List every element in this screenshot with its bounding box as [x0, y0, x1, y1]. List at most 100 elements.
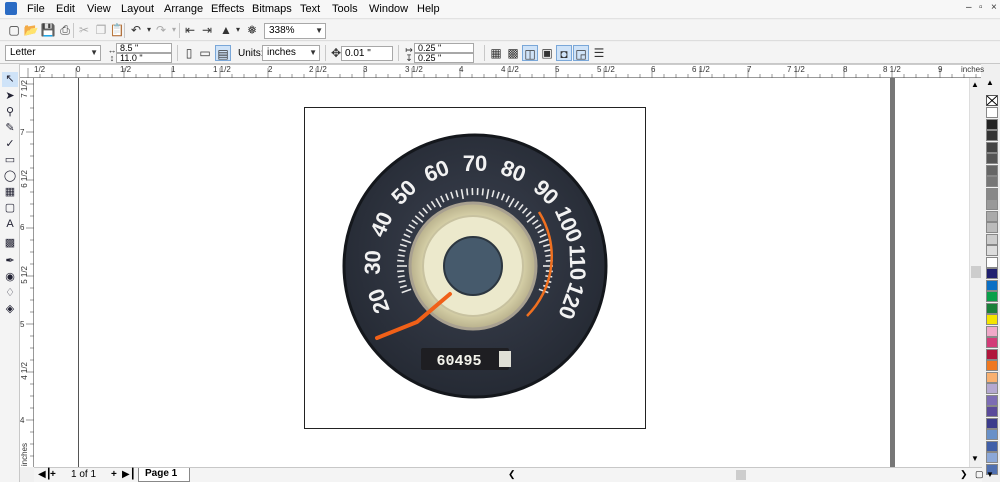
- new-document-icon[interactable]: ▢: [6, 22, 22, 38]
- speedometer-image[interactable]: 2030405060 70 8090100110120 60495: [305, 108, 645, 428]
- drawing-canvas[interactable]: 20 30 40 50 60 70 80 90 100 110 120 60495: [34, 78, 969, 467]
- smart-fill-tool-icon[interactable]: ✓: [2, 137, 18, 152]
- menu-tools[interactable]: Tools: [332, 3, 358, 15]
- copy-icon[interactable]: ❐: [93, 22, 109, 38]
- menu-effects[interactable]: Effects: [211, 3, 244, 15]
- color-swatch[interactable]: [986, 360, 998, 371]
- scroll-up-icon[interactable]: ▲: [971, 80, 979, 89]
- color-swatch[interactable]: [986, 141, 998, 153]
- snap-to-pixels-icon[interactable]: ▦: [488, 45, 504, 61]
- zoom-tool-icon[interactable]: ⚲: [2, 105, 18, 120]
- color-swatch[interactable]: [986, 256, 998, 268]
- color-swatch[interactable]: [986, 406, 998, 417]
- snap-to-grid-icon[interactable]: ▩: [505, 45, 521, 61]
- paper-preset-dropdown[interactable]: Letter ▼: [5, 45, 101, 61]
- color-swatch[interactable]: [986, 199, 998, 210]
- landscape-icon[interactable]: ▭: [197, 45, 213, 61]
- menu-text[interactable]: Text: [300, 3, 320, 15]
- snap-to-guidelines-icon[interactable]: ◫: [522, 45, 538, 61]
- color-swatch[interactable]: [986, 429, 998, 440]
- menu-layout[interactable]: Layout: [121, 3, 154, 15]
- outline-tool-icon[interactable]: ◉: [2, 270, 18, 285]
- freehand-tool-icon[interactable]: ✎: [2, 121, 18, 136]
- color-swatch[interactable]: [986, 107, 998, 118]
- duplicate-y-field[interactable]: 0.25 ": [414, 53, 474, 63]
- application-launcher-icon[interactable]: ❅: [244, 22, 260, 38]
- add-page-after-icon[interactable]: +: [111, 469, 117, 480]
- color-swatch[interactable]: [986, 452, 998, 463]
- color-swatch[interactable]: [986, 325, 998, 337]
- menu-view[interactable]: View: [87, 3, 111, 15]
- color-swatch[interactable]: [986, 153, 998, 164]
- color-swatch[interactable]: [986, 233, 998, 245]
- print-icon[interactable]: ⎙: [57, 22, 73, 38]
- paste-icon[interactable]: 📋: [109, 22, 125, 38]
- ellipse-tool-icon[interactable]: ◯: [2, 169, 18, 184]
- color-swatch[interactable]: [986, 268, 998, 279]
- color-swatch[interactable]: [986, 164, 998, 176]
- edit-across-layers-icon[interactable]: ◲: [573, 45, 589, 61]
- open-icon[interactable]: 📂: [23, 22, 39, 38]
- color-swatch[interactable]: [986, 222, 998, 233]
- color-swatch[interactable]: [986, 279, 998, 291]
- snap-to-objects-icon[interactable]: ▣: [539, 45, 555, 61]
- menu-edit[interactable]: Edit: [56, 3, 75, 15]
- cut-icon[interactable]: ✂: [76, 22, 92, 38]
- duplicate-x-field[interactable]: 0.25 ": [414, 43, 474, 53]
- scroll-right-icon[interactable]: ❯: [960, 469, 968, 480]
- menu-arrange[interactable]: Arrange: [164, 3, 203, 15]
- zoom-level-dropdown[interactable]: 338% ▼: [264, 23, 326, 39]
- shape-tool-icon[interactable]: ➤: [2, 89, 18, 104]
- units-dropdown[interactable]: inches ▼: [262, 45, 320, 61]
- color-swatch[interactable]: [986, 337, 998, 348]
- vertical-ruler[interactable]: 7 1/2 7 6 1/2 6 5 1/2 5 4 1/2 4 inches: [20, 78, 34, 467]
- menu-bitmaps[interactable]: Bitmaps: [252, 3, 292, 15]
- scroll-down-icon[interactable]: ▼: [971, 454, 979, 463]
- color-swatch[interactable]: [986, 291, 998, 302]
- color-swatch[interactable]: [986, 383, 998, 394]
- text-tool-icon[interactable]: A: [2, 217, 18, 232]
- color-swatch[interactable]: [986, 210, 998, 222]
- horizontal-scroll-thumb[interactable]: [736, 470, 746, 480]
- color-swatch[interactable]: [986, 176, 998, 187]
- minimize-button[interactable]: –: [966, 2, 972, 13]
- color-swatch[interactable]: [986, 371, 998, 383]
- no-color-swatch[interactable]: [986, 95, 998, 106]
- all-pages-icon[interactable]: ▤: [215, 45, 231, 61]
- eyedropper-tool-icon[interactable]: ✒: [2, 254, 18, 269]
- nudge-distance-field[interactable]: 0.01 ": [341, 46, 393, 61]
- add-page-before-icon[interactable]: +: [50, 469, 56, 480]
- color-swatch[interactable]: [986, 245, 998, 256]
- portrait-icon[interactable]: ▯: [181, 45, 197, 61]
- color-swatch[interactable]: [986, 187, 998, 199]
- vertical-scroll-thumb[interactable]: [971, 266, 981, 278]
- interactive-fill-tool-icon[interactable]: ◈: [2, 302, 18, 317]
- last-page-icon[interactable]: ▶┃: [122, 469, 136, 480]
- basic-shapes-tool-icon[interactable]: ▢: [2, 201, 18, 216]
- color-swatch[interactable]: [986, 118, 998, 130]
- menu-help[interactable]: Help: [417, 3, 440, 15]
- menu-window[interactable]: Window: [369, 3, 408, 15]
- scroll-left-icon[interactable]: ❮: [508, 469, 516, 480]
- import-icon[interactable]: ⇤: [182, 22, 198, 38]
- save-icon[interactable]: 💾: [40, 22, 56, 38]
- palette-scroll-up-icon[interactable]: ▲: [986, 78, 994, 87]
- rectangle-tool-icon[interactable]: ▭: [2, 153, 18, 168]
- page-tab[interactable]: Page 1: [138, 468, 190, 482]
- color-swatch[interactable]: [986, 314, 998, 325]
- graph-paper-tool-icon[interactable]: ▦: [2, 185, 18, 200]
- color-swatch[interactable]: [986, 394, 998, 406]
- image-frame[interactable]: 20 30 40 50 60 70 80 90 100 110 120 60495: [304, 107, 646, 429]
- pick-tool-icon[interactable]: ↖: [2, 72, 18, 87]
- horizontal-ruler[interactable]: 1/2 0 1/2 1 1 1/2 2 2 1/2 3 3 1/2 4 4 1/…: [20, 64, 984, 79]
- color-swatch[interactable]: [986, 130, 998, 141]
- color-swatch[interactable]: [986, 302, 998, 314]
- palette-scroll-down-icon[interactable]: ▼: [986, 470, 994, 479]
- close-button[interactable]: ×: [991, 2, 997, 13]
- export-icon[interactable]: ⇥: [199, 22, 215, 38]
- restore-button[interactable]: ▫: [979, 2, 983, 13]
- navigator-icon[interactable]: ▢: [975, 469, 984, 480]
- color-swatch[interactable]: [986, 417, 998, 429]
- fill-tool-icon[interactable]: ♢: [2, 286, 18, 301]
- page-width-field[interactable]: 8.5 ": [116, 43, 172, 53]
